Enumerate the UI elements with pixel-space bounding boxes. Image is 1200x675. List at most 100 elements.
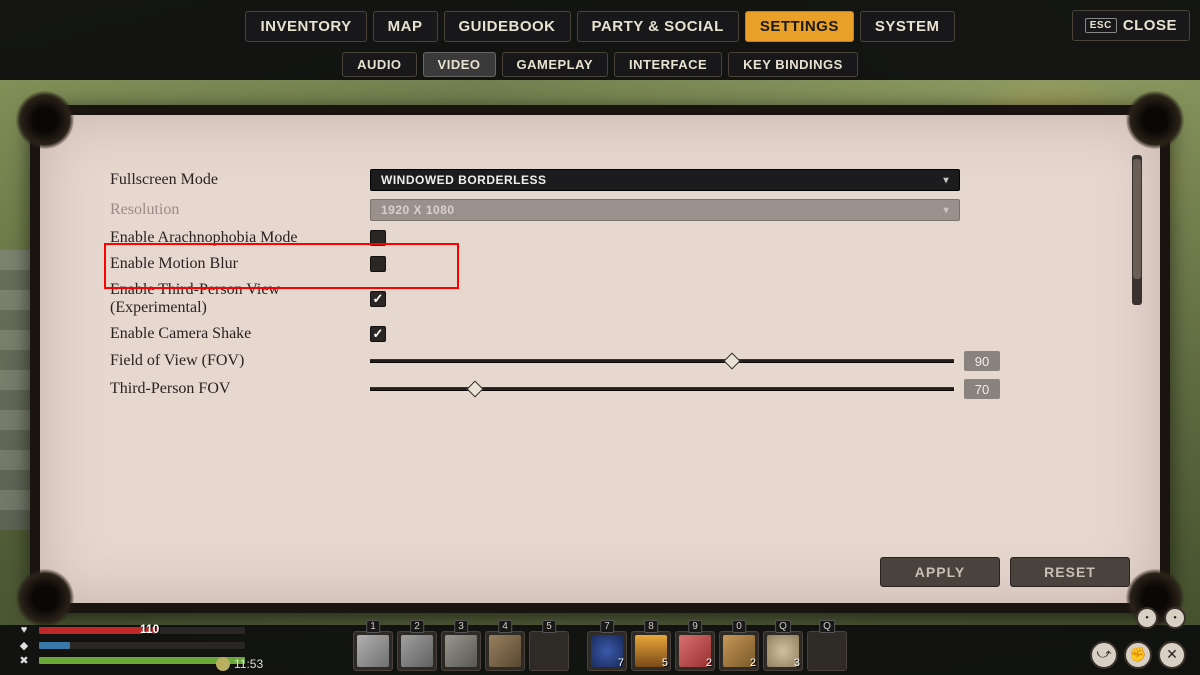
slot-key: 1 xyxy=(366,620,380,633)
hotbar-slot[interactable]: 2 xyxy=(397,631,437,671)
hud-bar: ♥ 110 ◆ ✖ 11:53 1 2 3 4 5 77 85 92 02 Q3… xyxy=(0,625,1200,675)
action-icon-dash[interactable]: ⤻ xyxy=(1090,641,1118,669)
slot-key: 4 xyxy=(498,620,512,633)
sun-icon xyxy=(216,657,230,671)
label-motion-blur: Enable Motion Blur xyxy=(110,255,370,273)
label-tp-fov: Third-Person FOV xyxy=(110,380,370,398)
row-resolution: Resolution 1920 X 1080 ▾ xyxy=(110,195,1130,225)
checkbox-third-person[interactable] xyxy=(370,291,386,307)
slot-key: 7 xyxy=(600,620,614,633)
esc-key-icon: ESC xyxy=(1085,18,1117,33)
slot-count: 5 xyxy=(662,657,668,669)
chevron-down-icon: ▾ xyxy=(943,175,949,186)
checkbox-motion-blur[interactable] xyxy=(370,256,386,272)
hotbar-gap xyxy=(573,631,583,671)
hud-right-icons: • • ⤻ ✊ ✕ xyxy=(1076,607,1186,669)
row-motion-blur: Enable Motion Blur xyxy=(110,251,1130,277)
hotbar-slot[interactable]: 3 xyxy=(441,631,481,671)
slot-key: 3 xyxy=(454,620,468,633)
slot-count: 3 xyxy=(794,657,800,669)
nav-map[interactable]: MAP xyxy=(373,11,438,42)
ornament-corner-icon xyxy=(1126,91,1184,149)
top-nav-bar: INVENTORY MAP GUIDEBOOK PARTY & SOCIAL S… xyxy=(0,0,1200,52)
hotbar-slot[interactable]: Q xyxy=(807,631,847,671)
settings-scrollbar[interactable] xyxy=(1132,155,1142,305)
subnav-interface[interactable]: INTERFACE xyxy=(614,52,722,77)
subnav-video[interactable]: VIDEO xyxy=(423,52,496,77)
subnav-audio[interactable]: AUDIO xyxy=(342,52,416,77)
stamina-bar: ✖ xyxy=(16,654,246,666)
hotbar-slot[interactable]: 4 xyxy=(485,631,525,671)
heart-icon: ♥ xyxy=(16,622,32,638)
action-icon-grab[interactable]: ✊ xyxy=(1124,641,1152,669)
label-fov: Field of View (FOV) xyxy=(110,352,370,370)
nav-guidebook[interactable]: GUIDEBOOK xyxy=(444,11,571,42)
apply-button[interactable]: APPLY xyxy=(880,557,1000,587)
stamina-icon: ✖ xyxy=(16,652,32,668)
slider-tp-fov[interactable] xyxy=(370,387,954,391)
nav-party-social[interactable]: PARTY & SOCIAL xyxy=(577,11,739,42)
hp-value: 110 xyxy=(140,622,159,636)
hotbar-slot[interactable]: 77 xyxy=(587,631,627,671)
slot-count: 7 xyxy=(618,657,624,669)
row-arachnophobia: Enable Arachnophobia Mode xyxy=(110,225,1130,251)
hotbar-slot[interactable]: 92 xyxy=(675,631,715,671)
label-arachnophobia: Enable Arachnophobia Mode xyxy=(110,229,370,247)
slot-key: 0 xyxy=(732,620,746,633)
dropdown-value: WINDOWED BORDERLESS xyxy=(381,173,547,187)
slot-count: 2 xyxy=(706,657,712,669)
slot-key: 2 xyxy=(410,620,424,633)
label-resolution: Resolution xyxy=(110,201,370,219)
slot-key: 9 xyxy=(688,620,702,633)
hotbar: 1 2 3 4 5 77 85 92 02 Q3 Q xyxy=(353,631,847,671)
slider-thumb[interactable] xyxy=(467,381,484,398)
dropdown-fullscreen-mode[interactable]: WINDOWED BORDERLESS ▾ xyxy=(370,169,960,191)
slider-fov[interactable] xyxy=(370,359,954,363)
slot-count: 2 xyxy=(750,657,756,669)
slot-key: Q xyxy=(775,620,791,633)
scrollbar-thumb[interactable] xyxy=(1133,159,1141,279)
row-fullscreen-mode: Fullscreen Mode WINDOWED BORDERLESS ▾ xyxy=(110,165,1130,195)
nav-system[interactable]: SYSTEM xyxy=(860,11,955,42)
value-fov: 90 xyxy=(964,351,1000,371)
dropdown-resolution: 1920 X 1080 ▾ xyxy=(370,199,960,221)
hotbar-slot[interactable]: 85 xyxy=(631,631,671,671)
label-fullscreen: Fullscreen Mode xyxy=(110,171,370,189)
mana-icon: ◆ xyxy=(16,637,32,653)
checkbox-arachnophobia[interactable] xyxy=(370,230,386,246)
clock-time: 11:53 xyxy=(234,657,263,671)
game-clock: 11:53 xyxy=(216,657,263,671)
hotbar-slot[interactable]: 1 xyxy=(353,631,393,671)
subnav-keybindings[interactable]: KEY BINDINGS xyxy=(728,52,858,77)
row-tp-fov: Third-Person FOV 70 xyxy=(110,375,1130,403)
chevron-down-icon: ▾ xyxy=(943,205,949,216)
label-camera-shake: Enable Camera Shake xyxy=(110,325,370,343)
settings-subnav: AUDIO VIDEO GAMEPLAY INTERFACE KEY BINDI… xyxy=(0,52,1200,80)
ornament-corner-icon xyxy=(16,91,74,149)
row-camera-shake: Enable Camera Shake xyxy=(110,321,1130,347)
label-third-person: Enable Third-Person View (Experimental) xyxy=(110,281,370,317)
nav-inventory[interactable]: INVENTORY xyxy=(245,11,366,42)
close-button[interactable]: ESC CLOSE xyxy=(1072,10,1190,41)
close-label: CLOSE xyxy=(1123,17,1177,34)
hp-bar: ♥ 110 xyxy=(16,624,246,636)
panel-footer: APPLY RESET xyxy=(880,557,1130,587)
checkbox-camera-shake[interactable] xyxy=(370,326,386,342)
nav-settings[interactable]: SETTINGS xyxy=(745,11,854,42)
hotbar-slot[interactable]: 02 xyxy=(719,631,759,671)
status-bars: ♥ 110 ◆ ✖ xyxy=(16,624,246,669)
status-icon[interactable]: • xyxy=(1136,607,1158,629)
reset-button[interactable]: RESET xyxy=(1010,557,1130,587)
hotbar-slot[interactable]: Q3 xyxy=(763,631,803,671)
value-tp-fov: 70 xyxy=(964,379,1000,399)
mp-bar: ◆ xyxy=(16,639,246,651)
slot-key: 5 xyxy=(542,620,556,633)
ornament-corner-icon xyxy=(16,569,74,627)
row-fov: Field of View (FOV) 90 xyxy=(110,347,1130,375)
hotbar-slot[interactable]: 5 xyxy=(529,631,569,671)
subnav-gameplay[interactable]: GAMEPLAY xyxy=(502,52,608,77)
status-icon[interactable]: • xyxy=(1164,607,1186,629)
action-icon-tools[interactable]: ✕ xyxy=(1158,641,1186,669)
settings-panel: Fullscreen Mode WINDOWED BORDERLESS ▾ Re… xyxy=(30,105,1170,613)
slider-thumb[interactable] xyxy=(724,353,741,370)
